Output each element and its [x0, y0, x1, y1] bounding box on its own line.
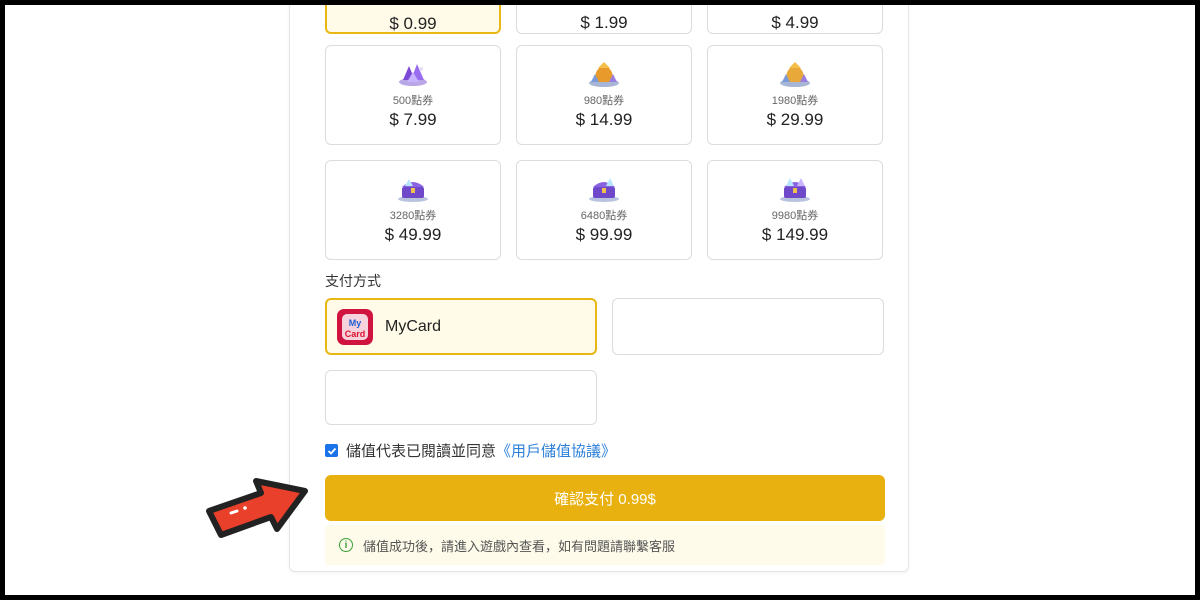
package-points: 1980點券: [771, 95, 819, 107]
treasure-chest-icon: [398, 179, 428, 202]
package-card-3[interactable]: $ 4.99: [707, 5, 883, 34]
package-points: 500點券: [392, 95, 434, 107]
package-card-7[interactable]: 3280點券 $ 49.99: [325, 160, 501, 260]
package-points: 9980點券: [771, 210, 819, 222]
topup-panel: $ 0.99 $ 1.99 $ 4.99 500點券 $ 7.99 980點券 …: [289, 5, 909, 572]
gem-sack-icon: [589, 62, 619, 87]
treasure-chest-icon: [589, 178, 619, 202]
package-points: 6480點券: [580, 210, 628, 222]
payment-method-label: MyCard: [385, 317, 442, 335]
package-price: $ 7.99: [389, 110, 437, 129]
gem-sack-icon: [780, 62, 810, 87]
mycard-logo-icon: My Card: [337, 308, 373, 345]
package-price: $ 29.99: [766, 110, 824, 129]
agreement-checkbox[interactable]: [325, 444, 338, 457]
package-price: $ 149.99: [761, 225, 829, 244]
package-price: $ 0.99: [389, 14, 437, 33]
package-card-2[interactable]: $ 1.99: [516, 5, 692, 34]
screenshot-frame: $ 0.99 $ 1.99 $ 4.99 500點券 $ 7.99 980點券 …: [5, 5, 1195, 595]
package-card-5[interactable]: 980點券 $ 14.99: [516, 45, 692, 145]
checkmark-icon: [327, 447, 336, 455]
payment-section-title: 支付方式: [325, 273, 381, 289]
package-price: $ 1.99: [580, 13, 628, 32]
package-points: 3280點券: [389, 210, 437, 222]
package-points: 980點券: [583, 95, 625, 107]
payment-method-mycard[interactable]: My Card MyCard: [325, 298, 597, 355]
notice-banner: i 儲值成功後，請進入遊戲內查看，如有問題請聯繫客服: [325, 525, 885, 565]
package-card-1[interactable]: $ 0.99: [325, 5, 501, 34]
annotation-arrow-icon: [206, 478, 308, 538]
treasure-chest-icon: [780, 178, 810, 202]
info-icon: i: [339, 538, 353, 552]
package-card-4[interactable]: 500點券 $ 7.99: [325, 45, 501, 145]
package-card-9[interactable]: 9980點券 $ 149.99: [707, 160, 883, 260]
package-card-8[interactable]: 6480點券 $ 99.99: [516, 160, 692, 260]
payment-method-3[interactable]: [325, 370, 597, 425]
payment-method-2[interactable]: [612, 298, 884, 355]
package-card-6[interactable]: 1980點券 $ 29.99: [707, 45, 883, 145]
agreement-text: 儲值代表已閱讀並同意: [346, 443, 497, 460]
package-price: $ 99.99: [575, 225, 633, 244]
gem-pile-icon: [399, 64, 427, 86]
confirm-payment-button[interactable]: 確認支付 0.99$: [325, 475, 885, 521]
agreement-row: 儲值代表已閱讀並同意 《用戶儲值協議》: [325, 440, 616, 461]
svg-text:My: My: [349, 318, 362, 328]
package-price: $ 49.99: [384, 225, 442, 244]
agreement-link[interactable]: 《用戶儲值協議》: [496, 440, 616, 461]
notice-text: 儲值成功後，請進入遊戲內查看，如有問題請聯繫客服: [363, 538, 676, 554]
package-price: $ 14.99: [575, 110, 633, 129]
svg-text:Card: Card: [345, 329, 366, 339]
package-price: $ 4.99: [771, 13, 819, 32]
